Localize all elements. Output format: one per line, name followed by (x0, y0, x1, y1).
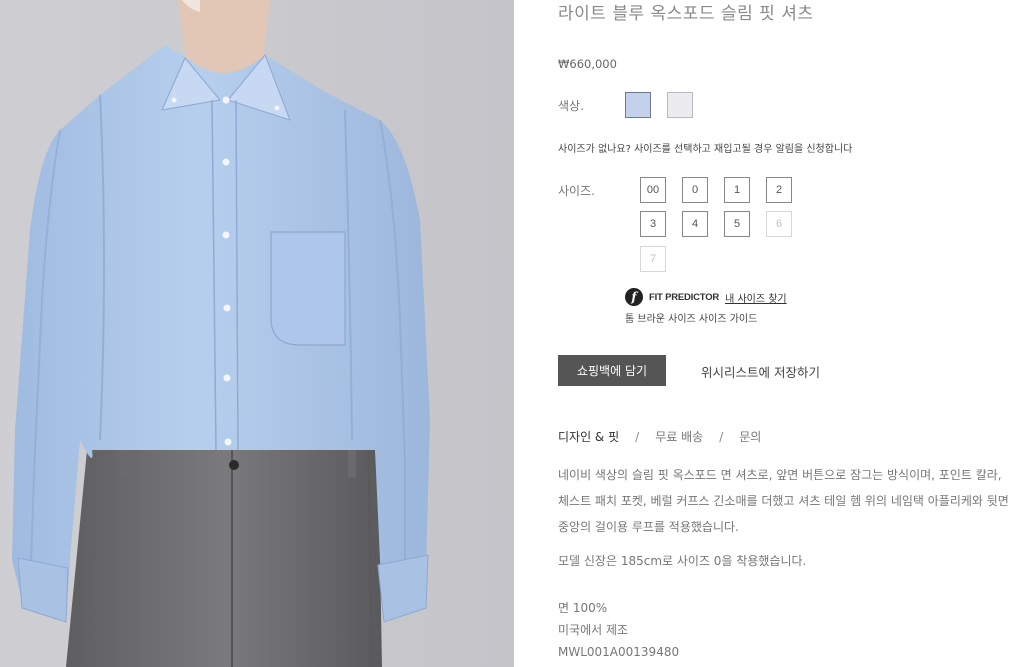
product-info-panel: 라이트 블루 옥스포드 슬림 핏 셔츠 ₩660,000 색상. 사이즈가 없나… (558, 0, 1013, 667)
save-to-wishlist-button[interactable]: 위시리스트에 저장하기 (701, 362, 820, 381)
info-tabs: 디자인 & 핏 / 무료 배송 / 문의 (558, 428, 761, 445)
size-option-1[interactable]: 1 (724, 177, 750, 203)
tab-separator: / (635, 429, 640, 444)
model-shirt-image (0, 0, 514, 667)
size-option-6-unavailable[interactable]: 6 (766, 211, 792, 237)
fit-predictor: f FIT PREDICTOR 내 사이즈 찾기 (625, 288, 787, 306)
find-my-size-link[interactable]: 내 사이즈 찾기 (725, 290, 787, 305)
fit-predictor-label: FIT PREDICTOR (649, 291, 720, 303)
add-to-cart-button[interactable]: 쇼핑백에 담기 (558, 355, 666, 386)
color-swatch-white[interactable] (667, 92, 693, 118)
tab-free-shipping[interactable]: 무료 배송 (655, 428, 703, 445)
material-text: 면 100% (558, 601, 608, 615)
product-title: 라이트 블루 옥스포드 슬림 핏 셔츠 (558, 4, 814, 24)
size-label: 사이즈. (558, 184, 595, 198)
color-swatch-light-blue[interactable] (625, 92, 651, 118)
size-option-4[interactable]: 4 (682, 211, 708, 237)
size-option-5[interactable]: 5 (724, 211, 750, 237)
size-option-0[interactable]: 0 (682, 177, 708, 203)
product-details: 면 100% 미국에서 제조 MWL001A00139480 (558, 597, 679, 663)
size-option-3[interactable]: 3 (640, 211, 666, 237)
tab-separator: / (719, 429, 724, 444)
fit-predictor-logo-icon: f (625, 288, 643, 306)
product-description: 네이비 색상의 슬림 핏 옥스포드 면 셔츠로, 앞면 버튼으로 잠그는 방식이… (558, 468, 1009, 534)
size-guide-link[interactable]: 톰 브라운 사이즈 사이즈 가이드 (625, 310, 757, 325)
product-photo (0, 0, 514, 667)
tab-inquiry[interactable]: 문의 (739, 428, 761, 445)
sku-text: MWL001A00139480 (558, 645, 680, 659)
size-option-2[interactable]: 2 (766, 177, 792, 203)
size-notify-text: 사이즈가 없나요? 사이즈를 선택하고 재입고될 경우 알림을 신청합니다 (558, 144, 853, 155)
color-label: 색상. (558, 99, 584, 113)
origin-text: 미국에서 제조 (558, 623, 629, 637)
model-info: 모델 신장은 185cm로 사이즈 0을 착용했습니다. (558, 554, 807, 568)
size-option-00[interactable]: 00 (640, 177, 666, 203)
tab-design-fit[interactable]: 디자인 & 핏 (558, 428, 619, 445)
product-price: ₩660,000 (558, 57, 617, 71)
size-option-7-unavailable[interactable]: 7 (640, 246, 666, 272)
